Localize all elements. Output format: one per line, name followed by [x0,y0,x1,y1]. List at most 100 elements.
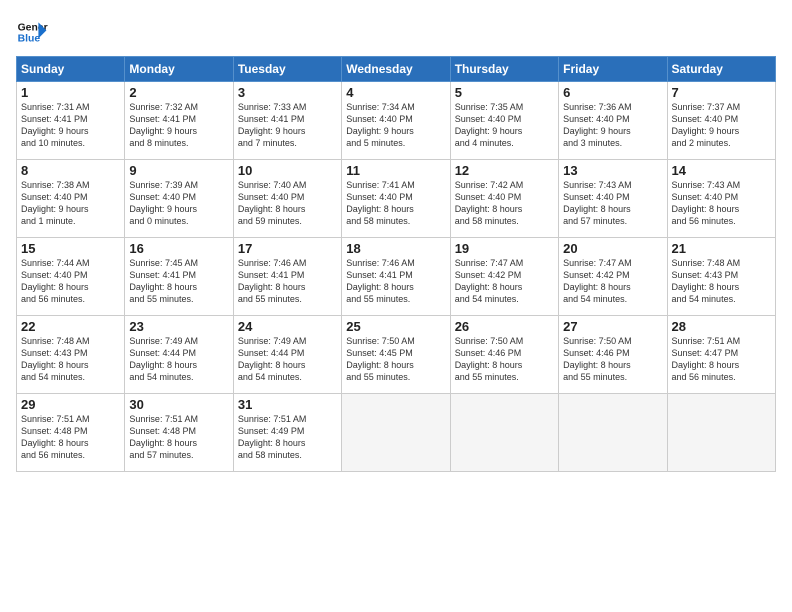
header-monday: Monday [125,57,233,82]
calendar-cell: 4Sunrise: 7:34 AM Sunset: 4:40 PM Daylig… [342,82,450,160]
day-number: 29 [21,397,120,412]
calendar-cell: 1Sunrise: 7:31 AM Sunset: 4:41 PM Daylig… [17,82,125,160]
calendar-cell: 9Sunrise: 7:39 AM Sunset: 4:40 PM Daylig… [125,160,233,238]
calendar-cell: 26Sunrise: 7:50 AM Sunset: 4:46 PM Dayli… [450,316,558,394]
header-saturday: Saturday [667,57,775,82]
calendar-header-row: SundayMondayTuesdayWednesdayThursdayFrid… [17,57,776,82]
day-info: Sunrise: 7:32 AM Sunset: 4:41 PM Dayligh… [129,101,228,150]
calendar-week-4: 22Sunrise: 7:48 AM Sunset: 4:43 PM Dayli… [17,316,776,394]
calendar-cell: 14Sunrise: 7:43 AM Sunset: 4:40 PM Dayli… [667,160,775,238]
day-number: 8 [21,163,120,178]
day-info: Sunrise: 7:34 AM Sunset: 4:40 PM Dayligh… [346,101,445,150]
calendar-cell: 7Sunrise: 7:37 AM Sunset: 4:40 PM Daylig… [667,82,775,160]
day-info: Sunrise: 7:37 AM Sunset: 4:40 PM Dayligh… [672,101,771,150]
calendar-week-2: 8Sunrise: 7:38 AM Sunset: 4:40 PM Daylig… [17,160,776,238]
calendar-cell: 19Sunrise: 7:47 AM Sunset: 4:42 PM Dayli… [450,238,558,316]
day-number: 23 [129,319,228,334]
calendar-cell: 10Sunrise: 7:40 AM Sunset: 4:40 PM Dayli… [233,160,341,238]
day-number: 28 [672,319,771,334]
day-number: 13 [563,163,662,178]
calendar-cell: 13Sunrise: 7:43 AM Sunset: 4:40 PM Dayli… [559,160,667,238]
day-info: Sunrise: 7:44 AM Sunset: 4:40 PM Dayligh… [21,257,120,306]
calendar-cell: 15Sunrise: 7:44 AM Sunset: 4:40 PM Dayli… [17,238,125,316]
calendar-cell: 25Sunrise: 7:50 AM Sunset: 4:45 PM Dayli… [342,316,450,394]
header-friday: Friday [559,57,667,82]
day-info: Sunrise: 7:51 AM Sunset: 4:47 PM Dayligh… [672,335,771,384]
day-number: 2 [129,85,228,100]
calendar-cell [450,394,558,472]
day-number: 18 [346,241,445,256]
day-info: Sunrise: 7:43 AM Sunset: 4:40 PM Dayligh… [672,179,771,228]
calendar-cell: 27Sunrise: 7:50 AM Sunset: 4:46 PM Dayli… [559,316,667,394]
calendar-cell: 18Sunrise: 7:46 AM Sunset: 4:41 PM Dayli… [342,238,450,316]
day-number: 10 [238,163,337,178]
day-number: 1 [21,85,120,100]
day-number: 25 [346,319,445,334]
day-number: 31 [238,397,337,412]
logo-icon: General Blue [16,16,48,48]
calendar-cell: 23Sunrise: 7:49 AM Sunset: 4:44 PM Dayli… [125,316,233,394]
calendar-cell [667,394,775,472]
day-info: Sunrise: 7:51 AM Sunset: 4:48 PM Dayligh… [129,413,228,462]
day-number: 26 [455,319,554,334]
calendar-table: SundayMondayTuesdayWednesdayThursdayFrid… [16,56,776,472]
header-tuesday: Tuesday [233,57,341,82]
header-sunday: Sunday [17,57,125,82]
calendar-cell: 12Sunrise: 7:42 AM Sunset: 4:40 PM Dayli… [450,160,558,238]
page-header: General Blue [16,16,776,48]
calendar-cell: 2Sunrise: 7:32 AM Sunset: 4:41 PM Daylig… [125,82,233,160]
calendar-cell: 3Sunrise: 7:33 AM Sunset: 4:41 PM Daylig… [233,82,341,160]
day-number: 9 [129,163,228,178]
calendar-cell: 17Sunrise: 7:46 AM Sunset: 4:41 PM Dayli… [233,238,341,316]
calendar-cell: 11Sunrise: 7:41 AM Sunset: 4:40 PM Dayli… [342,160,450,238]
calendar-cell: 28Sunrise: 7:51 AM Sunset: 4:47 PM Dayli… [667,316,775,394]
day-info: Sunrise: 7:42 AM Sunset: 4:40 PM Dayligh… [455,179,554,228]
day-info: Sunrise: 7:43 AM Sunset: 4:40 PM Dayligh… [563,179,662,228]
day-number: 27 [563,319,662,334]
day-number: 15 [21,241,120,256]
svg-text:Blue: Blue [18,34,41,45]
day-number: 12 [455,163,554,178]
day-info: Sunrise: 7:38 AM Sunset: 4:40 PM Dayligh… [21,179,120,228]
calendar-cell [342,394,450,472]
day-number: 7 [672,85,771,100]
calendar-week-1: 1Sunrise: 7:31 AM Sunset: 4:41 PM Daylig… [17,82,776,160]
header-wednesday: Wednesday [342,57,450,82]
day-info: Sunrise: 7:47 AM Sunset: 4:42 PM Dayligh… [455,257,554,306]
day-number: 22 [21,319,120,334]
day-info: Sunrise: 7:46 AM Sunset: 4:41 PM Dayligh… [238,257,337,306]
day-info: Sunrise: 7:35 AM Sunset: 4:40 PM Dayligh… [455,101,554,150]
logo: General Blue [16,16,48,48]
day-info: Sunrise: 7:50 AM Sunset: 4:45 PM Dayligh… [346,335,445,384]
day-info: Sunrise: 7:50 AM Sunset: 4:46 PM Dayligh… [455,335,554,384]
day-number: 14 [672,163,771,178]
calendar-cell: 6Sunrise: 7:36 AM Sunset: 4:40 PM Daylig… [559,82,667,160]
day-info: Sunrise: 7:39 AM Sunset: 4:40 PM Dayligh… [129,179,228,228]
day-number: 3 [238,85,337,100]
calendar-cell: 20Sunrise: 7:47 AM Sunset: 4:42 PM Dayli… [559,238,667,316]
day-number: 24 [238,319,337,334]
calendar-cell: 29Sunrise: 7:51 AM Sunset: 4:48 PM Dayli… [17,394,125,472]
day-number: 21 [672,241,771,256]
day-number: 4 [346,85,445,100]
calendar-cell [559,394,667,472]
day-info: Sunrise: 7:50 AM Sunset: 4:46 PM Dayligh… [563,335,662,384]
day-info: Sunrise: 7:36 AM Sunset: 4:40 PM Dayligh… [563,101,662,150]
calendar-cell: 21Sunrise: 7:48 AM Sunset: 4:43 PM Dayli… [667,238,775,316]
day-number: 20 [563,241,662,256]
calendar-cell: 5Sunrise: 7:35 AM Sunset: 4:40 PM Daylig… [450,82,558,160]
day-info: Sunrise: 7:45 AM Sunset: 4:41 PM Dayligh… [129,257,228,306]
calendar-cell: 31Sunrise: 7:51 AM Sunset: 4:49 PM Dayli… [233,394,341,472]
calendar-cell: 8Sunrise: 7:38 AM Sunset: 4:40 PM Daylig… [17,160,125,238]
day-info: Sunrise: 7:49 AM Sunset: 4:44 PM Dayligh… [129,335,228,384]
header-thursday: Thursday [450,57,558,82]
day-info: Sunrise: 7:46 AM Sunset: 4:41 PM Dayligh… [346,257,445,306]
day-info: Sunrise: 7:51 AM Sunset: 4:48 PM Dayligh… [21,413,120,462]
calendar-cell: 16Sunrise: 7:45 AM Sunset: 4:41 PM Dayli… [125,238,233,316]
calendar-cell: 22Sunrise: 7:48 AM Sunset: 4:43 PM Dayli… [17,316,125,394]
day-info: Sunrise: 7:33 AM Sunset: 4:41 PM Dayligh… [238,101,337,150]
day-number: 11 [346,163,445,178]
day-info: Sunrise: 7:41 AM Sunset: 4:40 PM Dayligh… [346,179,445,228]
calendar-week-3: 15Sunrise: 7:44 AM Sunset: 4:40 PM Dayli… [17,238,776,316]
calendar-cell: 24Sunrise: 7:49 AM Sunset: 4:44 PM Dayli… [233,316,341,394]
